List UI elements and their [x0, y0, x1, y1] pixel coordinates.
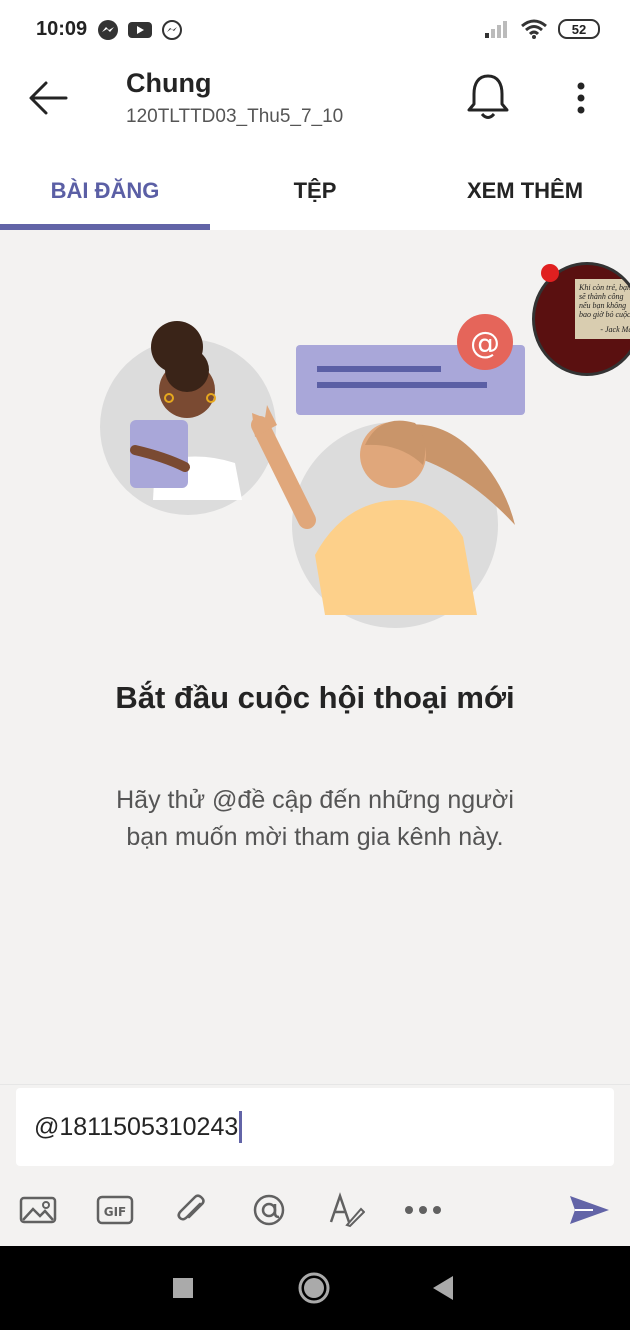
quote-line: bao giờ bỏ cuộc — [579, 310, 630, 319]
empty-state-heading: Bắt đầu cuộc hội thoại mới — [115, 680, 515, 715]
messenger-icon — [162, 20, 182, 40]
status-app-icons — [97, 19, 183, 41]
quote-line: Khi còn trẻ, bạn — [579, 283, 630, 292]
message-input[interactable]: @1811505310243 — [16, 1088, 614, 1166]
quote-line: sẽ thành công — [579, 292, 624, 301]
quote-card: Khi còn trẻ, bạn sẽ thành công nếu bạn k… — [575, 279, 630, 339]
description-line-2: bạn muốn mời tham gia kênh này. — [126, 823, 504, 851]
message-input-value: @1811505310243 — [34, 1112, 239, 1141]
recent-apps-icon[interactable] — [163, 1268, 203, 1308]
home-icon[interactable] — [294, 1268, 334, 1308]
status-right: 52 — [484, 18, 600, 40]
status-bar: 10:09 52 — [0, 0, 630, 62]
tab-posts[interactable]: BÀI ĐĂNG — [0, 152, 210, 230]
system-navigation-bar — [0, 1246, 630, 1330]
gif-button[interactable]: GIF — [93, 1188, 137, 1232]
quote-line: nếu bạn không — [579, 301, 627, 310]
bell-icon — [467, 74, 509, 119]
tab-files[interactable]: TỆP — [210, 152, 420, 230]
svg-text:GIF: GIF — [104, 1205, 127, 1219]
attach-icon — [177, 1194, 205, 1221]
send-button[interactable] — [567, 1188, 611, 1232]
posts-empty-state: @ Bắt đầu cuộc hội thoại mới Hãy thử @đề… — [0, 230, 630, 1070]
attach-file-button[interactable] — [170, 1188, 214, 1232]
mention-button[interactable] — [247, 1188, 291, 1232]
image-icon — [19, 1196, 57, 1224]
back-arrow-icon — [29, 81, 68, 115]
signal-icon — [485, 21, 507, 38]
back-button[interactable] — [26, 78, 74, 118]
gif-icon: GIF — [96, 1195, 134, 1225]
send-icon — [570, 1196, 609, 1224]
battery-icon: 52 — [558, 19, 600, 39]
more-vertical-icon — [577, 82, 585, 114]
insert-image-button[interactable] — [16, 1188, 60, 1232]
messenger-icon — [98, 20, 118, 40]
tab-more[interactable]: XEM THÊM — [420, 152, 630, 230]
team-name: 120TLTTD03_Thu5_7_10 — [126, 106, 344, 127]
mention-icon — [253, 1194, 285, 1226]
notifications-button[interactable] — [466, 72, 512, 122]
youtube-icon — [128, 22, 152, 38]
status-time: 10:09 — [36, 18, 88, 40]
chat-head-badge — [541, 264, 559, 282]
more-actions-button[interactable] — [401, 1188, 445, 1232]
channel-header: Chung 120TLTTD03_Thu5_7_10 — [0, 62, 630, 152]
text-caret — [239, 1111, 243, 1143]
message-composer: @1811505310243 GIF — [0, 1070, 630, 1246]
battery-level: 52 — [571, 21, 587, 37]
channel-title: Chung — [126, 68, 212, 98]
wifi-icon — [521, 19, 547, 39]
format-button[interactable] — [324, 1188, 368, 1232]
description-line-1: Hãy thử @đề cập đến những người — [116, 786, 514, 814]
conversation-illustration: @ — [100, 314, 525, 628]
svg-text:@: @ — [470, 326, 500, 361]
back-nav-icon[interactable] — [423, 1268, 463, 1308]
more-options-button[interactable] — [566, 78, 596, 118]
channel-tabs: BÀI ĐĂNG TỆP XEM THÊM — [0, 152, 630, 230]
format-icon — [329, 1192, 365, 1228]
composer-toolbar: GIF — [0, 1182, 630, 1238]
empty-state-description: Hãy thử @đề cập đến những người bạn muốn… — [75, 782, 555, 856]
composer-divider — [0, 1084, 630, 1085]
more-horizontal-icon — [405, 1206, 441, 1214]
quote-author: - Jack Ma - — [600, 325, 630, 334]
